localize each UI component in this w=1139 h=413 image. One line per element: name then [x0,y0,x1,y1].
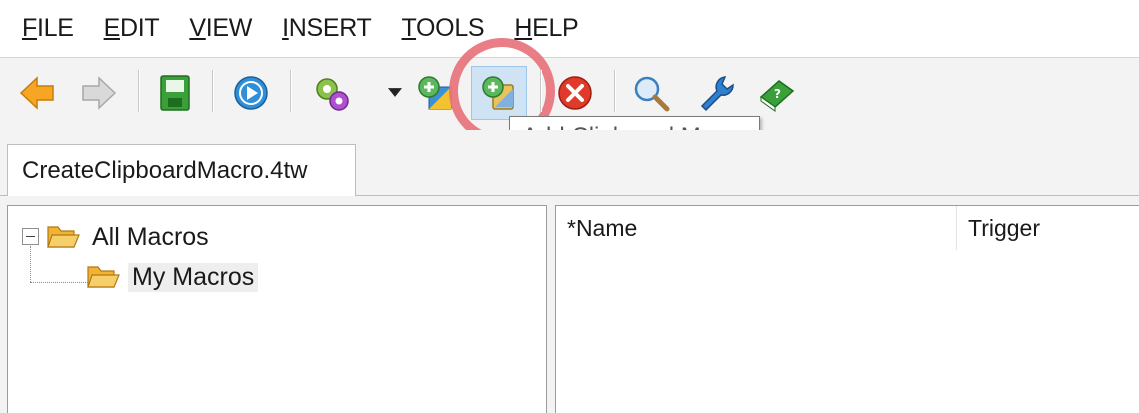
menu-bar: FILE EDIT VIEW INSERT TOOLS HELP [0,0,1139,58]
tab-strip: CreateClipboardMacro.4tw [0,130,1139,197]
delete-icon [558,76,592,110]
collapse-toggle[interactable] [22,228,39,245]
help-book-icon: ? [759,80,795,112]
back-arrow-icon [19,76,54,110]
folder-open-icon [87,266,120,288]
menu-view[interactable]: VIEW [189,14,252,43]
toolbar-separator [212,70,214,112]
play-icon [234,76,268,110]
pane-splitter[interactable] [547,205,555,413]
toolbar-separator [540,70,542,112]
menu-file[interactable]: FILE [22,14,74,43]
tab-label: CreateClipboardMacro.4tw [22,157,308,184]
wrench-icon [700,76,734,112]
save-button[interactable] [152,70,198,116]
options-button[interactable] [694,70,740,116]
add-macro-gears-icon [316,78,349,111]
menu-edit[interactable]: EDIT [104,14,160,43]
toolbar-separator [138,70,140,112]
add-text-macro-button[interactable] [412,70,458,116]
list-header: *Name Trigger [556,206,1139,250]
add-clipboard-macro-button[interactable] [471,66,527,120]
play-button[interactable] [228,70,274,116]
help-button[interactable]: ? [754,70,800,116]
content-area: All Macros My Macros *Name Trigger [0,196,1139,413]
macro-tree[interactable]: All Macros My Macros [7,205,547,413]
save-icon [160,75,190,111]
svg-text:?: ? [774,87,781,101]
menu-insert[interactable]: INSERT [282,14,372,43]
tree-item-all-macros[interactable]: All Macros [46,218,213,256]
forward-arrow-icon [82,76,117,110]
tree-item-my-macros[interactable]: My Macros [86,258,259,296]
column-header-trigger[interactable]: Trigger [957,206,1139,250]
add-macro-dropdown[interactable] [384,82,406,102]
delete-button[interactable] [552,70,598,116]
search-button[interactable] [628,70,674,116]
folder-open-icon [47,226,80,248]
add-text-macro-icon [418,76,452,110]
chevron-down-icon [388,87,402,97]
add-macro-button[interactable] [308,70,354,116]
menu-tools[interactable]: TOOLS [402,14,485,43]
toolbar-separator [614,70,616,112]
menu-help[interactable]: HELP [514,14,578,43]
tree-item-label: All Macros [92,222,209,251]
tree-connector [30,282,88,283]
add-clipboard-macro-icon [482,76,514,110]
forward-button[interactable] [76,70,122,116]
toolbar-separator [290,70,292,112]
column-header-name[interactable]: *Name [556,206,957,250]
tree-connector [30,246,31,282]
search-icon [634,76,670,112]
tree-item-label: My Macros [128,262,259,292]
tab-file[interactable]: CreateClipboardMacro.4tw [7,144,356,197]
macro-list[interactable]: *Name Trigger [555,205,1139,413]
back-button[interactable] [14,70,60,116]
